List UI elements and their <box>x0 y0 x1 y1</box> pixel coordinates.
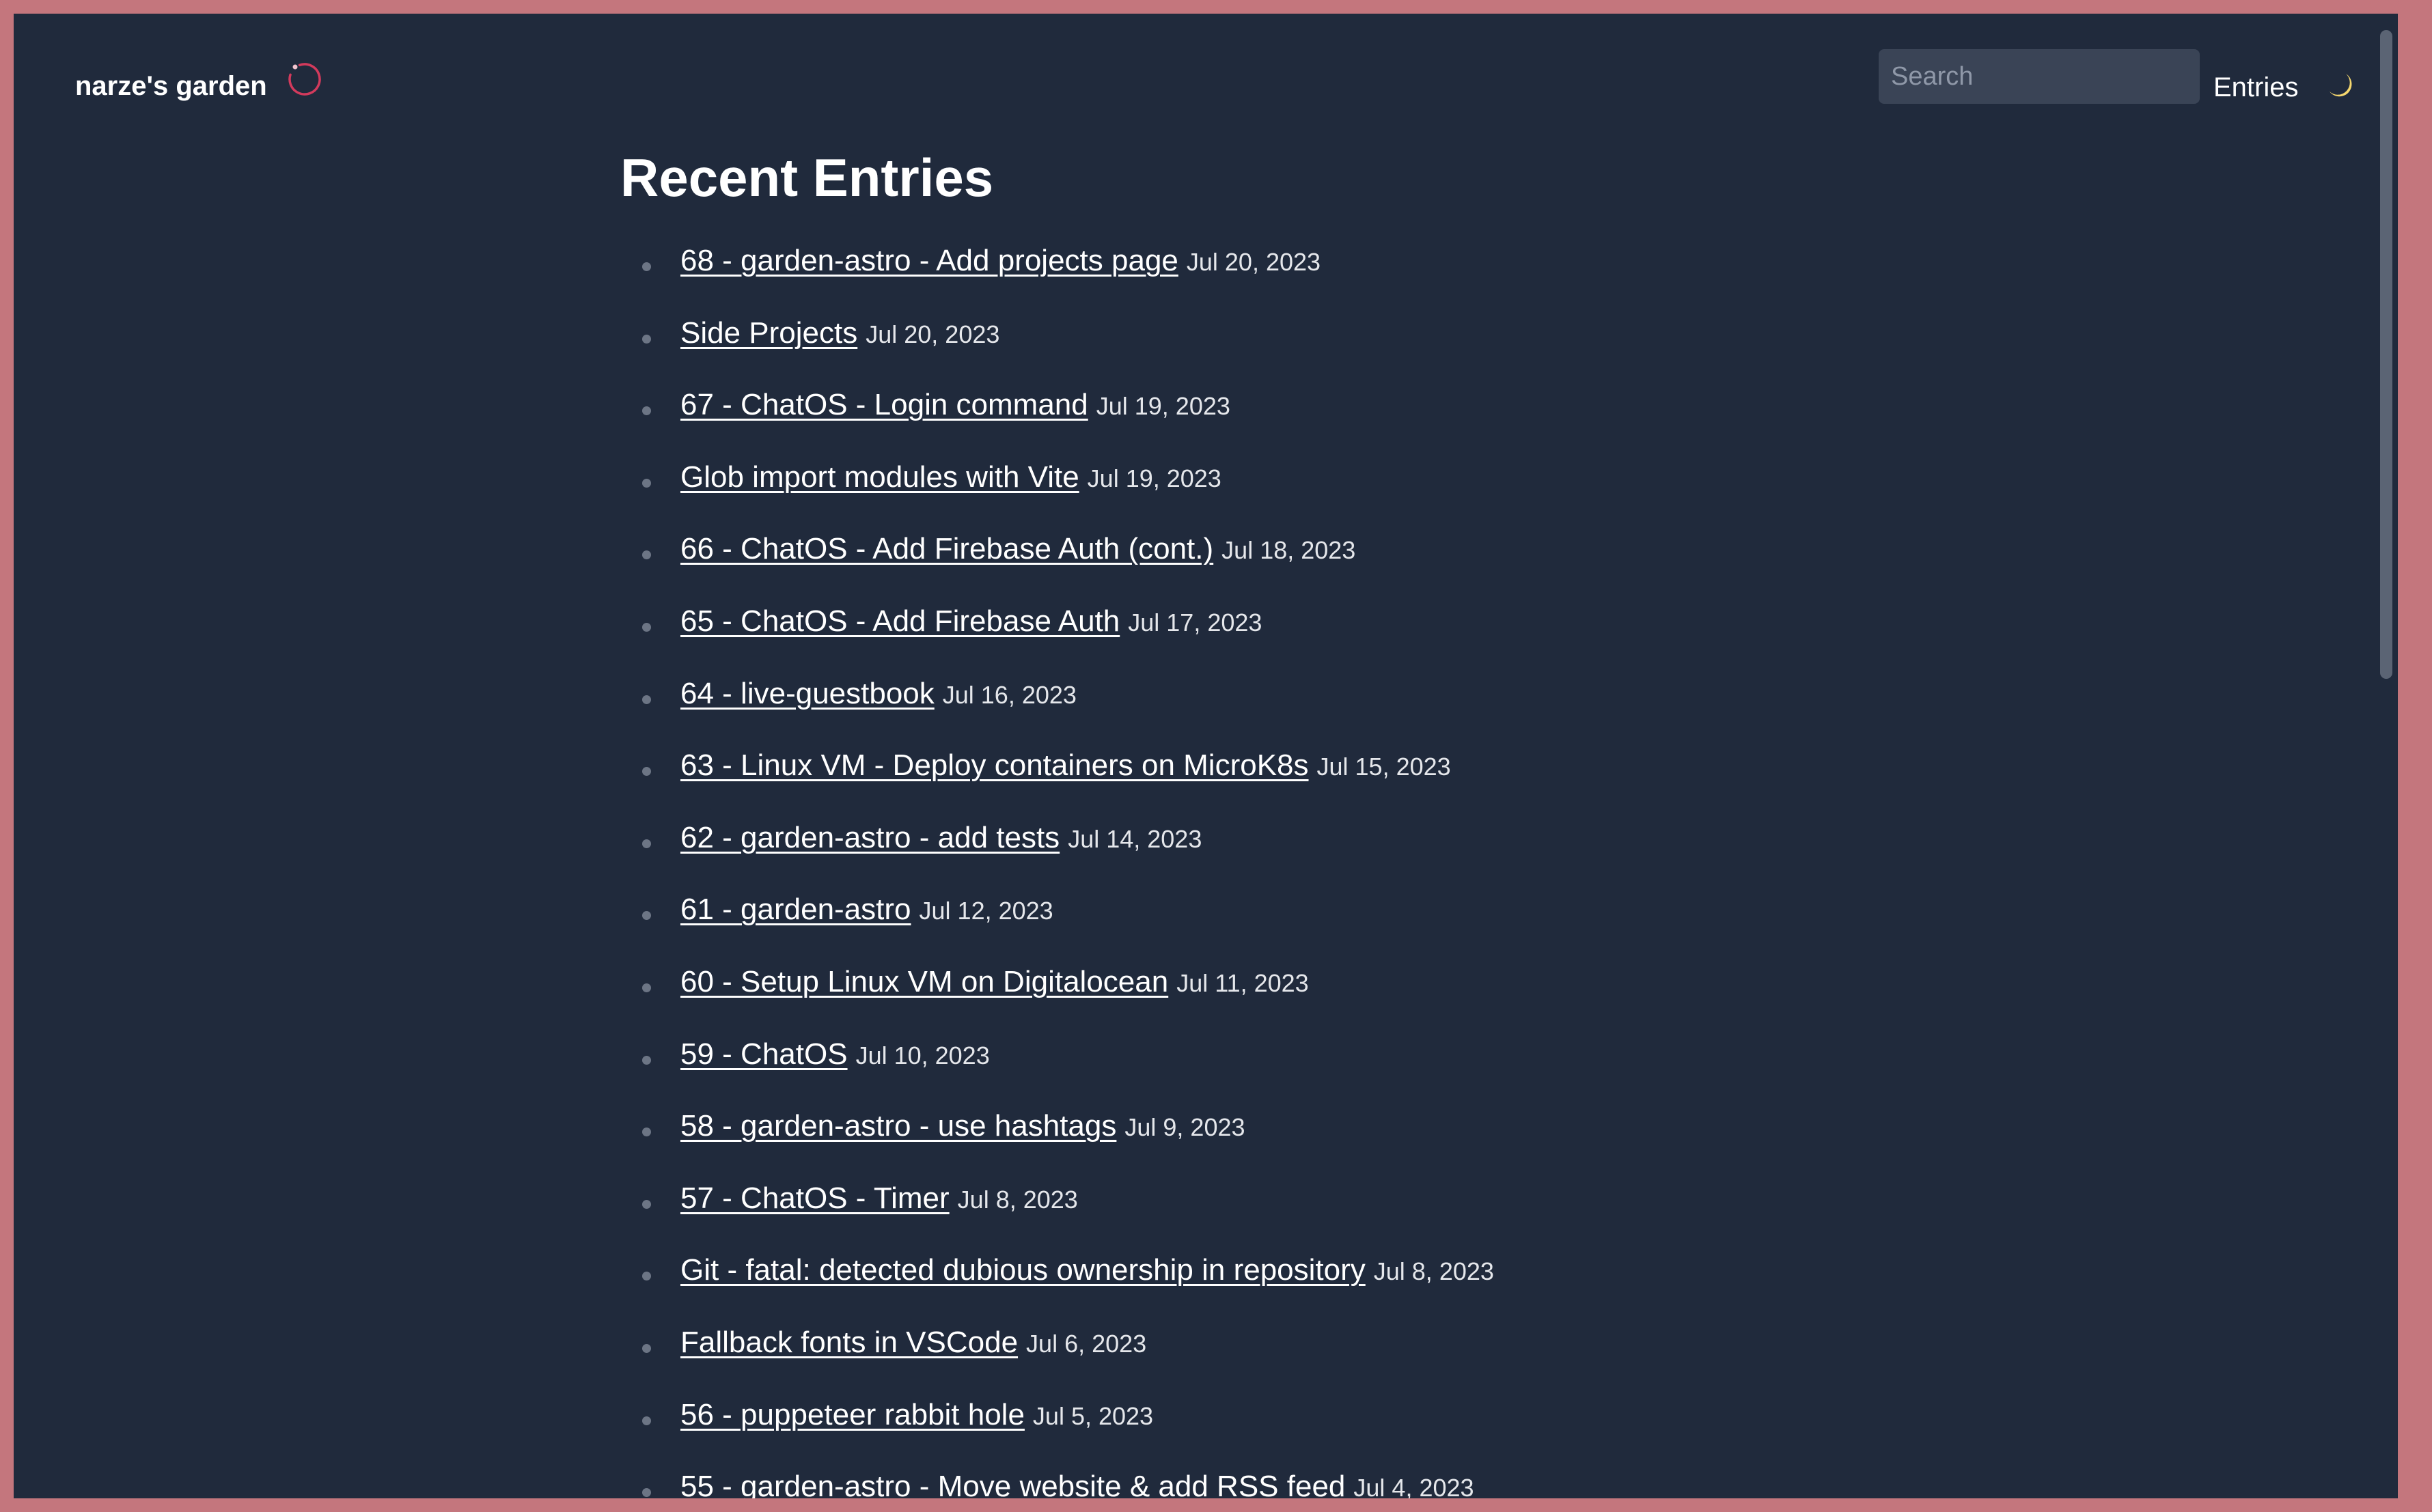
entry-link[interactable]: Glob import modules with Vite <box>680 460 1079 494</box>
entry-date: Jul 14, 2023 <box>1068 824 1202 853</box>
entry-date: Jul 19, 2023 <box>1087 464 1221 492</box>
bullet-icon <box>642 334 651 344</box>
entry-link[interactable]: 58 - garden-astro - use hashtags <box>680 1109 1116 1143</box>
bullet-icon <box>642 622 651 632</box>
entries-list: 68 - garden-astro - Add projects page Jul… <box>620 242 1850 1498</box>
list-item: 64 - live-guestbook Jul 16, 2023 <box>620 675 1850 747</box>
list-item: 57 - ChatOS - Timer Jul 8, 2023 <box>620 1179 1850 1252</box>
nav-entries-link[interactable]: Entries <box>2213 72 2299 103</box>
bullet-icon <box>642 695 651 704</box>
entry-link[interactable]: Git - fatal: detected dubious ownership … <box>680 1253 1366 1287</box>
bullet-icon <box>642 1416 651 1425</box>
moon-icon[interactable] <box>2323 68 2357 102</box>
bullet-icon <box>642 478 651 488</box>
entry-date: Jul 10, 2023 <box>855 1041 990 1069</box>
main-content: Recent Entries 68 - garden-astro - Add p… <box>620 143 1850 1498</box>
bullet-icon <box>642 1055 651 1065</box>
entry-link[interactable]: 57 - ChatOS - Timer <box>680 1181 950 1215</box>
entry-date: Jul 4, 2023 <box>1353 1474 1474 1498</box>
bullet-icon <box>642 406 651 416</box>
entry-link[interactable]: 55 - garden-astro - Move website & add R… <box>680 1470 1345 1498</box>
entry-date: Jul 5, 2023 <box>1032 1401 1154 1430</box>
entry-date: Jul 8, 2023 <box>957 1185 1078 1214</box>
list-item: 68 - garden-astro - Add projects page Jul… <box>620 242 1850 314</box>
entry-link[interactable]: 68 - garden-astro - Add projects page <box>680 244 1178 277</box>
entry-link[interactable]: Fallback fonts in VSCode <box>680 1326 1018 1359</box>
entry-link[interactable]: 65 - ChatOS - Add Firebase Auth <box>680 604 1120 638</box>
list-item: Git - fatal: detected dubious ownership … <box>620 1251 1850 1324</box>
bullet-icon <box>642 1488 651 1498</box>
site-title-link[interactable]: narze's garden <box>75 71 267 102</box>
bullet-icon <box>642 1128 651 1137</box>
list-item: 61 - garden-astro Jul 12, 2023 <box>620 891 1850 963</box>
entry-date: Jul 19, 2023 <box>1096 392 1230 421</box>
list-item: 59 - ChatOS Jul 10, 2023 <box>620 1035 1850 1108</box>
vertical-scrollbar[interactable] <box>2373 14 2398 1498</box>
list-item: 66 - ChatOS - Add Firebase Auth (cont.) J… <box>620 530 1850 602</box>
list-item: 63 - Linux VM - Deploy containers on Mic… <box>620 746 1850 819</box>
bullet-icon <box>642 550 651 560</box>
entry-date: Jul 17, 2023 <box>1128 608 1262 636</box>
entry-date: Jul 20, 2023 <box>866 320 1000 348</box>
ring-logo-icon <box>286 60 324 98</box>
bullet-icon <box>642 767 651 776</box>
page-title: Recent Entries <box>620 148 994 208</box>
browser-viewport: narze's garden Entries Recent Entries 68… <box>14 14 2398 1498</box>
site-header: narze's garden Entries <box>14 14 2398 143</box>
bullet-icon <box>642 839 651 848</box>
bullet-icon <box>642 983 651 992</box>
list-item: 67 - ChatOS - Login command Jul 19, 2023 <box>620 386 1850 458</box>
list-item: 60 - Setup Linux VM on Digitalocean Jul 1… <box>620 963 1850 1035</box>
entry-date: Jul 8, 2023 <box>1373 1257 1494 1286</box>
entry-link[interactable]: 63 - Linux VM - Deploy containers on Mic… <box>680 748 1309 782</box>
entry-link[interactable]: 59 - ChatOS <box>680 1037 848 1071</box>
entry-link[interactable]: 64 - live-guestbook <box>680 677 935 710</box>
entry-link[interactable]: 61 - garden-astro <box>680 893 911 926</box>
scrollbar-thumb[interactable] <box>2380 30 2392 679</box>
list-item: Side Projects Jul 20, 2023 <box>620 314 1850 387</box>
entry-date: Jul 12, 2023 <box>919 897 1053 925</box>
list-item: 55 - garden-astro - Move website & add R… <box>620 1468 1850 1498</box>
entry-date: Jul 18, 2023 <box>1221 536 1356 565</box>
entry-link[interactable]: 66 - ChatOS - Add Firebase Auth (cont.) <box>680 532 1213 565</box>
entry-date: Jul 15, 2023 <box>1316 753 1451 781</box>
entry-link[interactable]: 62 - garden-astro - add tests <box>680 821 1060 854</box>
list-item: Fallback fonts in VSCode Jul 6, 2023 <box>620 1324 1850 1396</box>
list-item: 58 - garden-astro - use hashtags Jul 9, 2… <box>620 1107 1850 1179</box>
entry-date: Jul 11, 2023 <box>1176 968 1309 997</box>
bullet-icon <box>642 262 651 271</box>
list-item: Glob import modules with Vite Jul 19, 202… <box>620 458 1850 531</box>
bullet-icon <box>642 1343 651 1353</box>
bullet-icon <box>642 1272 651 1281</box>
entry-link[interactable]: 60 - Setup Linux VM on Digitalocean <box>680 965 1168 998</box>
bullet-icon <box>642 911 651 921</box>
entry-link[interactable]: 67 - ChatOS - Login command <box>680 388 1088 421</box>
list-item: 62 - garden-astro - add tests Jul 14, 202… <box>620 819 1850 891</box>
list-item: 65 - ChatOS - Add Firebase Auth Jul 17, 2… <box>620 602 1850 675</box>
entry-date: Jul 16, 2023 <box>942 680 1077 709</box>
list-item: 56 - puppeteer rabbit hole Jul 5, 2023 <box>620 1396 1850 1468</box>
entry-link[interactable]: Side Projects <box>680 316 857 350</box>
entry-link[interactable]: 56 - puppeteer rabbit hole <box>680 1398 1025 1431</box>
entry-date: Jul 9, 2023 <box>1124 1113 1245 1142</box>
entry-date: Jul 6, 2023 <box>1026 1329 1147 1358</box>
search-input[interactable] <box>1879 49 2200 104</box>
bullet-icon <box>642 1199 651 1209</box>
entry-date: Jul 20, 2023 <box>1186 248 1321 276</box>
